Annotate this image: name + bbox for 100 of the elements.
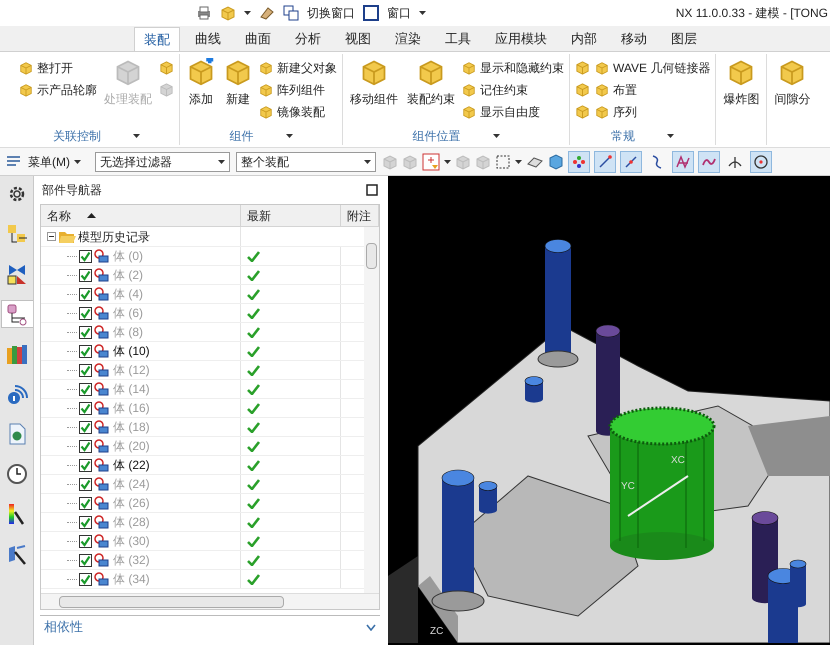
ribbon-button[interactable]: WAVE 几何链接器 — [595, 58, 710, 77]
group-label: 组件位置 — [412, 128, 460, 145]
ribbon-button[interactable]: 间隙分 — [772, 58, 812, 127]
ribbon-tab[interactable]: 工具 — [436, 27, 480, 51]
switch-window-button[interactable]: 切换窗口 — [307, 4, 355, 22]
visibility-checkbox[interactable] — [79, 326, 92, 338]
visibility-checkbox[interactable] — [79, 572, 92, 586]
ribbon-tab[interactable]: 渲染 — [386, 27, 430, 51]
ribbon-button[interactable]: 序列 — [595, 102, 710, 121]
ribbon-tab[interactable]: 曲面 — [236, 27, 280, 51]
body-feature-icon — [94, 420, 111, 434]
ribbon-button[interactable]: 移动组件 — [348, 58, 400, 127]
window-icon[interactable] — [363, 5, 379, 21]
visibility-checkbox[interactable] — [79, 344, 92, 358]
snap-button[interactable] — [620, 150, 642, 172]
cube-icon — [19, 60, 33, 74]
ribbon-button[interactable]: 新建 — [222, 58, 254, 127]
ribbon-button[interactable]: 新建父对象 — [259, 58, 337, 77]
ribbon-tab[interactable]: 应用模块 — [486, 27, 556, 51]
cube-icon — [462, 82, 476, 96]
visibility-checkbox[interactable] — [79, 534, 92, 548]
dependencies-panel-header[interactable]: 相依性 — [40, 616, 380, 638]
printer-icon[interactable] — [196, 5, 212, 21]
visibility-checkbox[interactable] — [79, 402, 92, 414]
visibility-checkbox[interactable] — [79, 420, 92, 434]
ribbon-button[interactable]: 镜像装配 — [259, 102, 337, 121]
ribbon-button[interactable]: 阵列组件 — [259, 80, 337, 99]
caret-icon — [444, 160, 451, 164]
column-header[interactable]: 名称 — [41, 205, 241, 226]
visibility-checkbox[interactable] — [79, 364, 92, 376]
body-feature-icon — [94, 382, 111, 396]
ribbon-tab[interactable]: 图层 — [662, 27, 706, 51]
box-select-icon[interactable] — [495, 154, 511, 170]
tree-item-label[interactable]: 体 (22) — [113, 456, 150, 474]
ribbon-tab[interactable]: 内部 — [562, 27, 606, 51]
visibility-checkbox[interactable] — [79, 516, 92, 528]
collapse-icon[interactable] — [47, 232, 56, 241]
ribbon-tab[interactable]: 视图 — [336, 27, 380, 51]
tree-item-label[interactable]: 体 (10) — [113, 342, 150, 360]
body-feature-icon — [94, 514, 111, 530]
navigator-tab[interactable] — [0, 300, 32, 328]
tree-item-label[interactable]: 模型历史记录 — [78, 228, 150, 246]
maximize-icon[interactable] — [366, 184, 378, 196]
column-header[interactable]: 最新 — [241, 205, 341, 226]
snap-button[interactable] — [568, 150, 590, 172]
selection-filter-dropdown[interactable]: 无选择过滤器 — [95, 152, 230, 172]
windows-icon[interactable] — [283, 5, 299, 21]
visibility-checkbox[interactable] — [79, 554, 92, 566]
ribbon-tab[interactable]: 分析 — [286, 27, 330, 51]
body-feature-icon — [94, 306, 111, 320]
body-feature-icon — [94, 534, 111, 548]
snap-button[interactable] — [594, 150, 616, 172]
ribbon-button[interactable]: 示产品轮廓 — [19, 80, 97, 99]
visibility-checkbox[interactable] — [79, 288, 92, 300]
snap-button[interactable] — [750, 150, 772, 172]
ribbon-tab[interactable]: 装配 — [134, 27, 180, 51]
ribbon-button[interactable]: 记住约束 — [462, 80, 564, 99]
assembly-scope-dropdown[interactable]: 整个装配 — [236, 152, 376, 172]
visibility-checkbox[interactable] — [79, 478, 92, 490]
chevron-icon — [366, 624, 376, 630]
cube-icon — [19, 82, 33, 96]
cube-icon[interactable] — [548, 154, 564, 170]
caret-icon — [244, 11, 251, 15]
visibility-checkbox[interactable] — [79, 306, 92, 320]
ribbon-button[interactable]: 装配约束 — [405, 58, 457, 127]
filter-icon[interactable] — [422, 152, 440, 170]
ribbon-button[interactable]: 显示自由度 — [462, 102, 564, 121]
caret-icon — [364, 160, 371, 164]
body-feature-icon — [94, 572, 111, 586]
ribbon-button[interactable]: 显示和隐藏约束 — [462, 58, 564, 77]
cube-icon — [417, 58, 445, 86]
window-menu-button[interactable]: 窗口 — [387, 4, 411, 22]
horizontal-scrollbar[interactable] — [41, 593, 379, 609]
snap-button[interactable] — [672, 150, 694, 172]
ribbon-button[interactable]: 布置 — [595, 80, 710, 99]
axis-label: ZC — [430, 625, 444, 639]
snap-button[interactable] — [698, 150, 720, 172]
ribbon-tab[interactable]: 曲线 — [186, 27, 230, 51]
ribbon-button[interactable]: 添加 — [185, 58, 217, 127]
visibility-checkbox[interactable] — [79, 250, 92, 262]
body-feature-icon — [94, 344, 111, 358]
vertical-scrollbar[interactable] — [364, 227, 379, 593]
graphics-viewport[interactable]: XC YC ZC — [388, 176, 830, 645]
part-icon — [382, 154, 398, 170]
ribbon-button[interactable]: 整打开 — [19, 58, 97, 77]
visibility-checkbox[interactable] — [79, 496, 92, 510]
column-header[interactable]: 附注 — [341, 205, 379, 226]
ribbon-button[interactable]: 爆炸图 — [721, 58, 762, 127]
caret-icon — [74, 160, 81, 164]
visibility-checkbox[interactable] — [79, 382, 92, 396]
visibility-checkbox[interactable] — [79, 440, 92, 452]
circle-center-icon — [753, 154, 769, 170]
ribbon-tab[interactable]: 移动 — [612, 27, 656, 51]
cube-icon — [224, 58, 252, 86]
visibility-checkbox[interactable] — [79, 268, 92, 282]
menu-button[interactable]: 菜单(M) — [6, 152, 89, 170]
cube-icon — [462, 104, 476, 118]
group-label: 关联控制 — [53, 128, 101, 145]
visibility-checkbox[interactable] — [79, 458, 92, 472]
cube-icon — [595, 104, 609, 118]
